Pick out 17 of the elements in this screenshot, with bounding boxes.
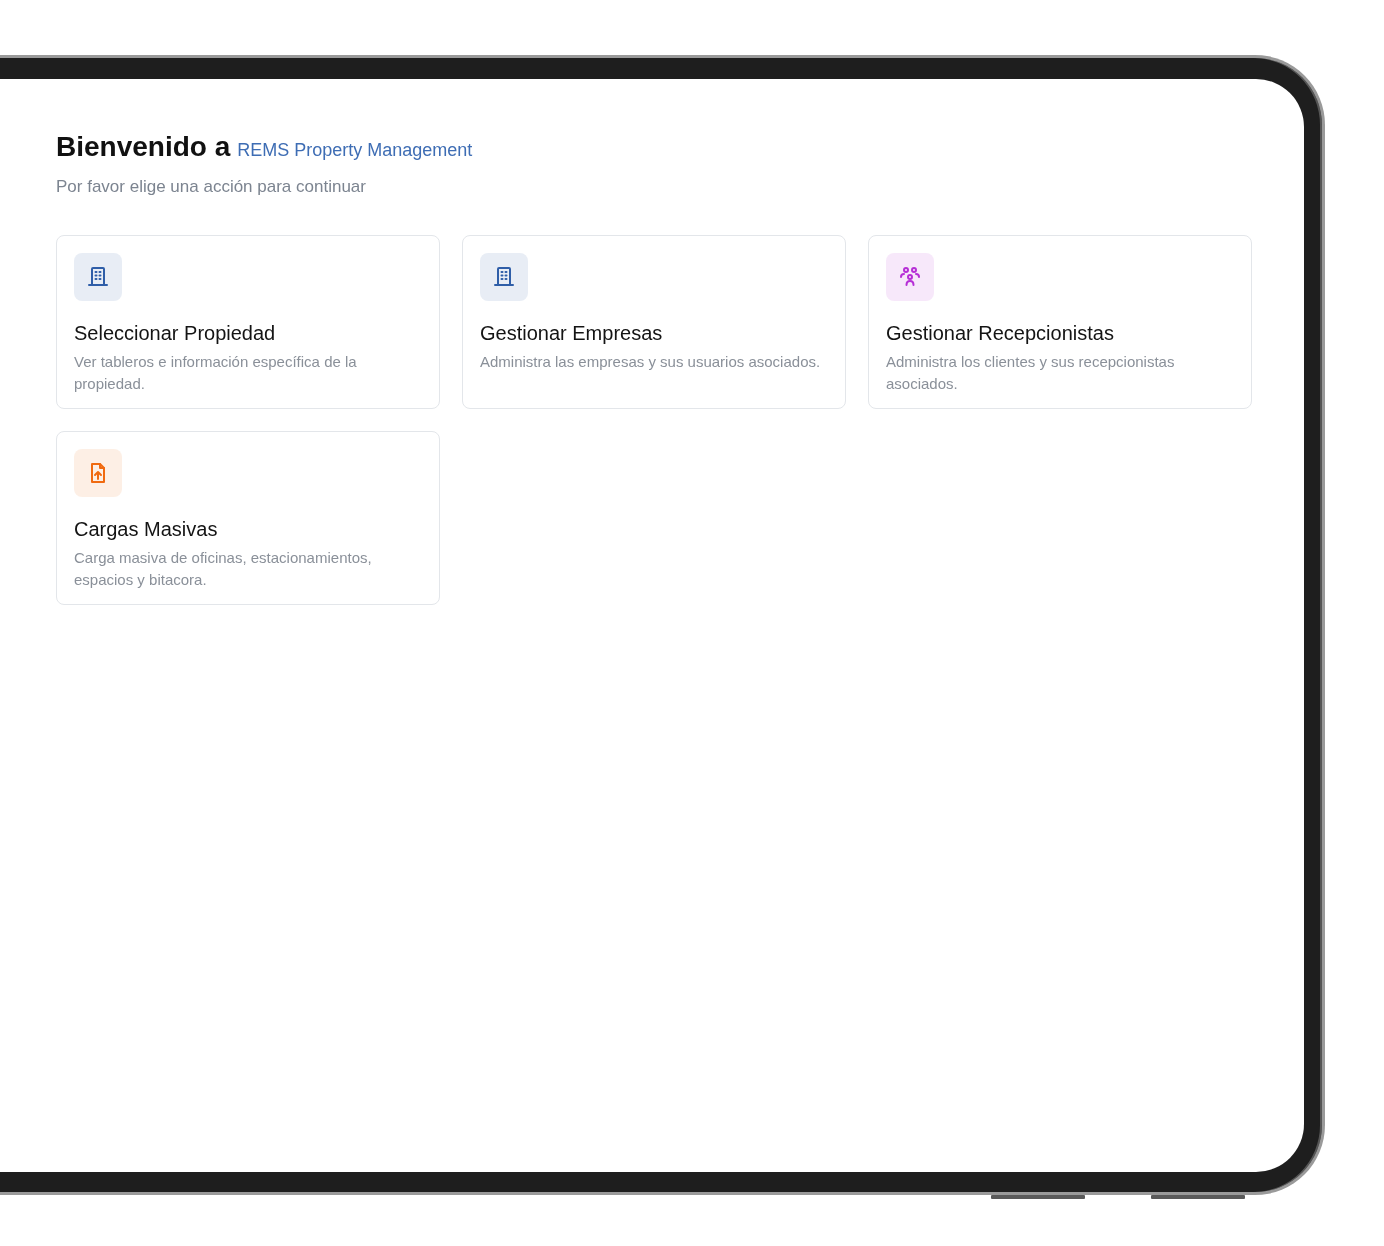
card-description: Administra las empresas y sus usuarios asociados. [480,352,821,372]
brand-name: REMS Property Management [237,140,473,161]
card-title: Gestionar Recepcionistas [886,322,1114,345]
card-description: Ver tableros e información específica de la propiedad. [74,352,358,394]
card-description: Administra los clientes y sus recepcionistas asociados. [886,352,1176,394]
action-card[interactable]: Cargas Masivas Carga masiva de oficinas, estacionamientos, espacios y bitacora. [56,431,440,605]
subtitle: Por favor elige una acción para continuar [56,177,367,197]
action-card[interactable]: Gestionar Recepcionistas Administra los clientes y sus recepcionistas asociados. [868,235,1252,409]
card-title: Gestionar Empresas [480,322,663,345]
card-title: Cargas Masivas [74,518,218,541]
card-description: Carga masiva de oficinas, estacionamientos, espacios y bitacora. [74,548,373,590]
action-card[interactable]: Gestionar Empresas Administra las empresas y sus usuarios asociados. [462,235,846,409]
card-title: Seleccionar Propiedad [74,322,276,345]
welcome-title: Bienvenido a [56,131,231,163]
volume-button[interactable] [991,1195,1085,1199]
power-button[interactable] [1151,1195,1245,1199]
action-card[interactable]: Seleccionar Propiedad Ver tableros e información específica de la propiedad. [56,235,440,409]
